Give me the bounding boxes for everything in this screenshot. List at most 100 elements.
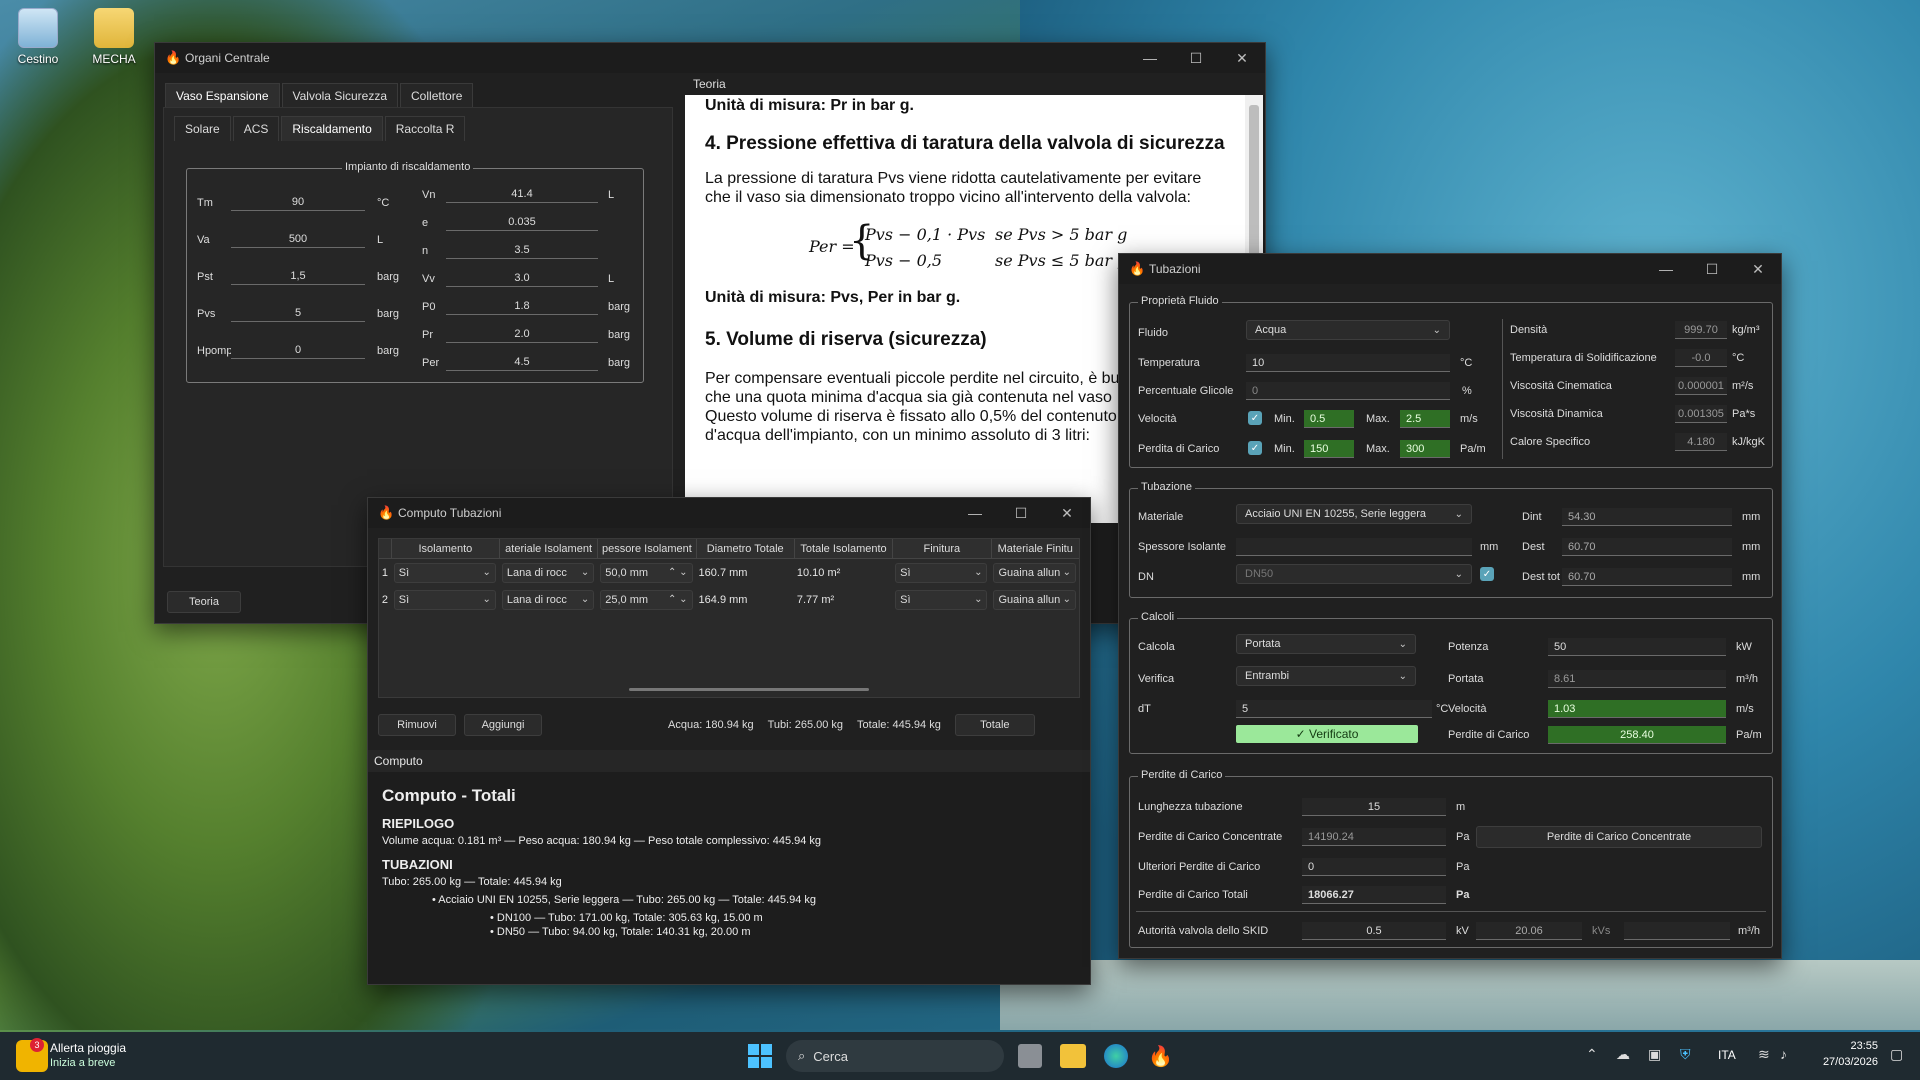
table-row: 2 Sì ⌄ Lana di rocc ⌄ 25,0 mm ⌃ ⌄ 164.9 mm 7.77 … [379,586,1079,613]
table-cell[interactable]: Guaina allun ⌄ [990,562,1079,583]
perdita-min-input[interactable]: 150 [1304,440,1354,458]
close-icon[interactable]: ✕ [1735,254,1781,284]
table-cell[interactable]: Sì ⌄ [391,589,499,610]
column-header[interactable]: Diametro Totale [695,539,794,558]
tab-collettore[interactable]: Collettore [400,83,474,108]
edge-browser-icon[interactable] [1104,1044,1128,1068]
chevron-up-icon[interactable]: ⌃ [1586,1046,1598,1063]
table-cell[interactable]: 50,0 mm ⌃ ⌄ [597,562,695,583]
tab-valvola-sicurezza[interactable]: Valvola Sicurezza [281,83,399,108]
rimuovi-button[interactable]: Rimuovi [378,714,456,736]
cell-select[interactable]: Sì ⌄ [393,562,496,583]
scrollbar-thumb[interactable] [1249,105,1259,265]
potenza-input[interactable]: 50 [1548,638,1726,656]
lunghezza-input[interactable]: 15 [1302,798,1446,816]
table-cell[interactable]: Sì ⌄ [892,562,990,583]
param-input[interactable]: 500 [231,230,365,248]
column-header[interactable]: ateriale Isolament [498,539,597,558]
perdita-max-input[interactable]: 300 [1400,440,1450,458]
subtab-raccolta[interactable]: Raccolta R [384,116,466,141]
subtab-acs[interactable]: ACS [232,116,280,141]
cell-select[interactable]: Guaina allun ⌄ [993,562,1076,583]
task-view-icon[interactable] [1018,1044,1042,1068]
param-input[interactable]: 0 [231,341,365,359]
subtab-solare[interactable]: Solare [174,116,231,141]
table-cell[interactable]: Sì ⌄ [391,562,499,583]
maximize-icon[interactable]: ☐ [1689,254,1735,284]
param-label: Per [422,357,440,369]
mecha-folder-desktop-icon[interactable]: MECHA [82,8,146,66]
aggiungi-button[interactable]: Aggiungi [464,714,542,736]
fluido-group: Proprietà Fluido Fluido Acqua ⌄ Temperatu… [1129,295,1773,468]
clock-date[interactable]: 27/03/2026 [1808,1056,1878,1068]
onedrive-icon[interactable]: ☁ [1616,1046,1630,1063]
perdita-carico-checkbox[interactable]: ✓ [1248,441,1262,455]
table-cell[interactable]: Lana di rocc ⌄ [499,589,597,610]
portata-skid-input[interactable] [1624,922,1730,940]
verifica-select[interactable]: Entrambi ⌄ [1236,666,1416,686]
velocita-checkbox[interactable]: ✓ [1248,411,1262,425]
table-cell[interactable]: 25,0 mm ⌃ ⌄ [597,589,695,610]
spinbox[interactable]: 25,0 mm ⌃ ⌄ [600,589,693,610]
column-header[interactable]: pessore Isolament [597,539,695,558]
table-cell[interactable]: Guaina allun ⌄ [990,589,1079,610]
cell-select[interactable]: Lana di rocc ⌄ [501,589,595,610]
column-header[interactable]: Materiale Finitu [990,539,1079,558]
defender-icon[interactable]: ⛨ [1680,1046,1691,1063]
tab-vaso-espansione[interactable]: Vaso Espansione [165,83,280,108]
cell-select[interactable]: Sì ⌄ [393,589,496,610]
maximize-icon[interactable]: ☐ [1173,43,1219,73]
velocita-max-input[interactable]: 2.5 [1400,410,1450,428]
file-explorer-icon[interactable] [1060,1044,1086,1068]
table-cell[interactable]: Sì ⌄ [892,589,990,610]
recycle-bin-desktop-icon[interactable]: Cestino [6,8,70,66]
dn-select[interactable]: DN50 ⌄ [1236,564,1472,584]
table-cell[interactable]: Lana di rocc ⌄ [499,562,597,583]
cell-value: Lana di rocc [506,593,567,606]
perdite-concentrate-button[interactable]: Perdite di Carico Concentrate [1476,826,1762,848]
close-icon[interactable]: ✕ [1219,43,1265,73]
clock-time[interactable]: 23:55 [1808,1040,1878,1052]
spessore-input[interactable] [1236,538,1472,556]
horizontal-scrollbar[interactable] [629,688,869,691]
cell-select[interactable]: Lana di rocc ⌄ [501,562,595,583]
cell-select[interactable]: Sì ⌄ [895,562,988,583]
cell-select[interactable]: Sì ⌄ [895,589,988,610]
wifi-icon[interactable]: ≋ [1758,1046,1770,1063]
minimize-icon[interactable]: — [1643,254,1689,284]
language-indicator[interactable]: ITA [1718,1048,1736,1062]
app-flame-icon[interactable]: 🔥 [1148,1044,1173,1068]
param-input[interactable]: 90 [231,193,365,211]
calcola-select[interactable]: Portata ⌄ [1236,634,1416,654]
glicole-input[interactable]: 0 [1246,382,1450,400]
minimize-icon[interactable]: — [1127,43,1173,73]
close-icon[interactable]: ✕ [1044,498,1090,528]
temperatura-input[interactable]: 10 [1246,354,1450,372]
dn-checkbox[interactable]: ✓ [1480,567,1494,581]
maximize-icon[interactable]: ☐ [998,498,1044,528]
subtab-riscaldamento[interactable]: Riscaldamento [281,116,383,141]
search-box[interactable]: ⌕ Cerca [786,1040,1004,1072]
param-input[interactable]: 1,5 [231,267,365,285]
fluido-select[interactable]: Acqua ⌄ [1246,320,1450,340]
minimize-icon[interactable]: — [952,498,998,528]
totale-button[interactable]: Totale [954,714,1035,736]
teoria-button[interactable]: Teoria [167,591,241,613]
weather-title[interactable]: Allerta pioggia [50,1041,126,1055]
param-input[interactable]: 5 [231,304,365,322]
spinbox[interactable]: 50,0 mm ⌃ ⌄ [600,562,693,583]
column-header[interactable]: Totale Isolamento [793,539,892,558]
cell-select[interactable]: Guaina allun ⌄ [993,589,1076,610]
volume-icon[interactable]: ♪ [1780,1046,1787,1062]
fluid-property-row: Viscosità Dinamica 0.001305 Pa*s [1510,403,1770,431]
column-header[interactable]: Finitura [892,539,990,558]
notification-icon[interactable]: ▢ [1890,1046,1903,1063]
ulteriori-input[interactable]: 0 [1302,858,1446,876]
skid-input[interactable]: 0.5 [1302,922,1446,940]
network-device-icon[interactable]: ▣ [1648,1046,1661,1063]
column-header[interactable]: Isolamento [390,539,499,558]
velocita-min-input[interactable]: 0.5 [1304,410,1354,428]
dt-input[interactable]: 5 [1236,700,1432,718]
materiale-select[interactable]: Acciaio UNI EN 10255, Serie leggera ⌄ [1236,504,1472,524]
start-windows-icon[interactable] [748,1044,772,1068]
